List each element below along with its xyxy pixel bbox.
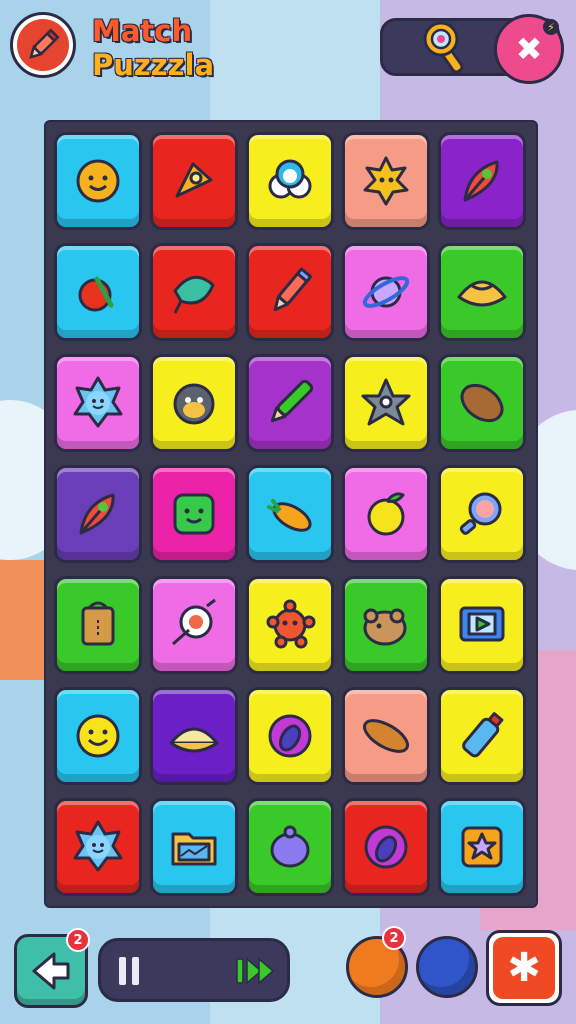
playback-controls [98, 938, 290, 1002]
folder-chart-icon [171, 832, 217, 866]
pencil-icon [29, 28, 60, 59]
orange-count-badge: 2 [382, 926, 406, 950]
board-tile[interactable] [150, 798, 238, 896]
bag-icon [81, 601, 115, 646]
board-tile[interactable] [54, 243, 142, 341]
bun-icon [169, 727, 219, 753]
bolt-badge-icon: ⚡ [543, 19, 559, 35]
bottom-bar: 2 2 ✱ [0, 920, 576, 1024]
board-tile[interactable] [438, 132, 526, 230]
eggplant-icon [364, 825, 408, 869]
top-bar: Match Puzzzla ✖ ⚡ [0, 0, 576, 100]
blue-orb-button[interactable] [416, 936, 478, 998]
board-tile[interactable] [342, 132, 430, 230]
board-tile[interactable] [438, 465, 526, 563]
star-box-icon [461, 826, 503, 868]
board-tile[interactable] [342, 243, 430, 341]
back-arrow-icon [32, 952, 70, 990]
feather-icon [79, 493, 115, 535]
leaf-icon [173, 275, 215, 314]
board-tile[interactable] [150, 354, 238, 452]
germ-icon [266, 599, 316, 649]
pencil-icon [273, 267, 313, 312]
monkey-icon [173, 383, 215, 425]
carrot-icon [267, 499, 312, 532]
pencil-button[interactable] [10, 12, 76, 78]
board-tile[interactable] [342, 798, 430, 896]
bread-icon [363, 719, 409, 753]
board-tile[interactable] [150, 687, 238, 785]
search-button[interactable] [418, 16, 474, 78]
board-tile[interactable] [150, 132, 238, 230]
hamster-icon [363, 608, 407, 646]
board-tile[interactable] [246, 798, 334, 896]
compass-icon [172, 598, 216, 646]
planet-icon [362, 276, 410, 308]
board-tile[interactable] [54, 132, 142, 230]
board-tile[interactable] [150, 576, 238, 674]
flower-face-icon [73, 376, 123, 428]
special-button[interactable]: ✱ [486, 930, 562, 1006]
board-tile[interactable] [438, 687, 526, 785]
mirror-icon [459, 492, 502, 535]
close-button[interactable]: ✖ ⚡ [494, 14, 564, 84]
feather-icon [463, 160, 499, 202]
board-tile[interactable] [54, 576, 142, 674]
dumpling-icon [457, 280, 507, 307]
board-tile[interactable] [246, 243, 334, 341]
board-tile[interactable] [246, 687, 334, 785]
eggplant-icon [268, 714, 312, 758]
board-tile[interactable] [342, 465, 430, 563]
title-line-2: Puzzzla [92, 48, 215, 82]
board-tile[interactable] [54, 687, 142, 785]
fast-forward-icon[interactable] [235, 955, 277, 987]
apple-icon [78, 276, 114, 312]
board-tile[interactable] [150, 243, 238, 341]
marker-icon [270, 379, 314, 423]
board-tile[interactable] [54, 465, 142, 563]
board-tile[interactable] [438, 576, 526, 674]
bottle-icon [462, 712, 504, 758]
blob-icon [270, 825, 310, 868]
board-tile[interactable] [342, 687, 430, 785]
board-tile[interactable] [438, 798, 526, 896]
title-line-1: Match [92, 14, 193, 48]
board-tile[interactable] [438, 243, 526, 341]
rocket-icon [175, 162, 213, 198]
close-icon: ✖ [515, 30, 543, 68]
board-tile[interactable] [342, 576, 430, 674]
green-cube-face-icon [173, 493, 215, 535]
potato-icon [460, 383, 504, 423]
board-tile[interactable] [246, 132, 334, 230]
board-tile[interactable] [438, 354, 526, 452]
sun-face-icon [363, 156, 409, 206]
board-tile[interactable] [246, 465, 334, 563]
smiley-icon [76, 714, 120, 758]
flower-face-icon [73, 820, 123, 872]
board-tile[interactable] [342, 354, 430, 452]
pause-icon[interactable] [119, 957, 141, 985]
board-tile[interactable] [246, 354, 334, 452]
starfish-icon [361, 378, 411, 426]
board-tile[interactable] [54, 798, 142, 896]
board-tile[interactable] [246, 576, 334, 674]
smiley-sun-icon [76, 159, 120, 203]
magnifier-icon [423, 21, 464, 74]
back-count-badge: 2 [66, 928, 90, 952]
board-tile[interactable] [54, 354, 142, 452]
lemon-icon [367, 492, 405, 536]
video-player-icon [459, 606, 505, 642]
asterisk-icon: ✱ [493, 937, 555, 999]
cloud-face-icon [268, 159, 312, 199]
game-board [46, 122, 536, 906]
game-title: Match Puzzzla [92, 14, 214, 82]
board-tile[interactable] [150, 465, 238, 563]
